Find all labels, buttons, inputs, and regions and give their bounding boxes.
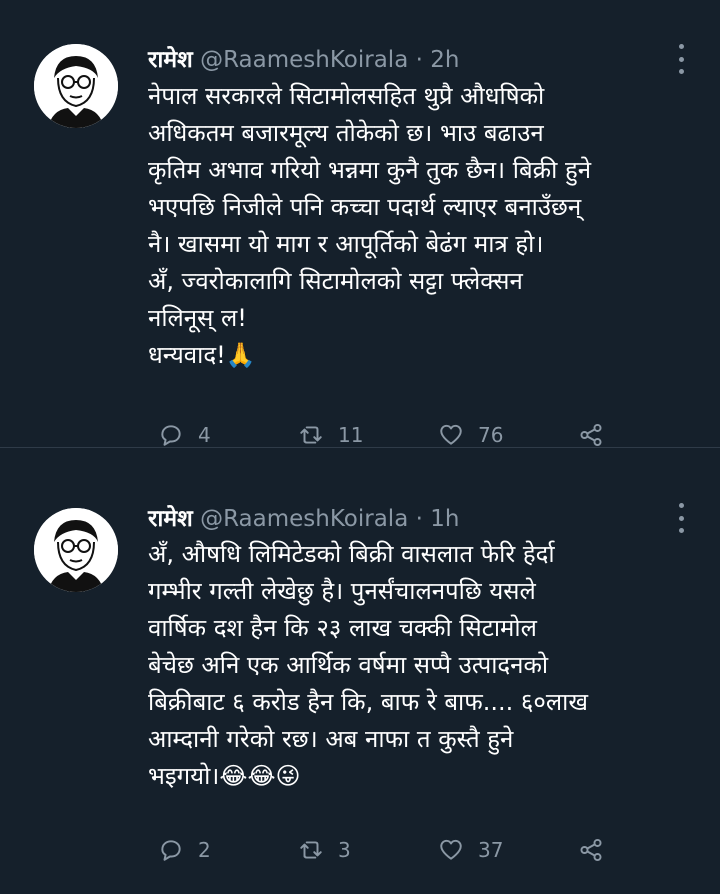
retweet-count: 11 xyxy=(338,423,364,447)
avatar[interactable] xyxy=(34,44,118,128)
tweet-1[interactable]: रामेश @RaameshKoirala · 2h नेपाल सरकारले… xyxy=(0,0,720,447)
separator: · xyxy=(415,47,423,73)
more-icon[interactable] xyxy=(676,503,686,533)
retweet-button[interactable]: 3 xyxy=(298,837,351,863)
retweet-icon xyxy=(300,841,322,859)
avatar[interactable] xyxy=(34,508,118,592)
reply-button[interactable]: 2 xyxy=(158,837,211,863)
more-icon[interactable] xyxy=(676,44,686,74)
tweet-text: अँ, औषधि लिमिटेडको बिक्री वासलात फेरि हे… xyxy=(148,540,588,790)
reply-icon xyxy=(161,425,181,446)
reply-count: 4 xyxy=(198,423,211,447)
separator: · xyxy=(415,506,423,532)
like-count: 76 xyxy=(478,423,504,447)
share-button[interactable] xyxy=(578,837,604,863)
author-handle[interactable]: @RaameshKoirala xyxy=(200,506,408,532)
avatar-sketch-icon xyxy=(34,508,118,592)
tweet-2[interactable]: रामेश @RaameshKoirala · 1h अँ, औषधि लिमि… xyxy=(0,447,720,894)
tweet-actions: 2 3 37 xyxy=(158,837,618,869)
author-handle[interactable]: @RaameshKoirala xyxy=(200,47,408,73)
retweet-count: 3 xyxy=(338,838,351,862)
share-button[interactable] xyxy=(578,422,604,448)
tweet-header: रामेश @RaameshKoirala · 2h xyxy=(148,44,459,76)
timestamp[interactable]: 2h xyxy=(430,47,459,73)
retweet-icon xyxy=(300,426,322,444)
tweet-text: नेपाल सरकारले सिटामोलसहित थुप्रै औधषिको … xyxy=(148,82,592,369)
tweet-header: रामेश @RaameshKoirala · 1h xyxy=(148,503,459,535)
author-name[interactable]: रामेश xyxy=(148,506,193,532)
share-icon xyxy=(580,838,602,862)
avatar-sketch-icon xyxy=(34,44,118,128)
like-button[interactable]: 76 xyxy=(438,422,503,448)
like-button[interactable]: 37 xyxy=(438,837,503,863)
reply-icon xyxy=(161,840,181,861)
author-name[interactable]: रामेश xyxy=(148,47,193,73)
like-icon xyxy=(440,424,462,445)
timestamp[interactable]: 1h xyxy=(430,506,459,532)
share-icon xyxy=(580,423,602,447)
like-icon xyxy=(440,839,462,860)
reply-count: 2 xyxy=(198,838,211,862)
reply-button[interactable]: 4 xyxy=(158,422,211,448)
like-count: 37 xyxy=(478,838,504,862)
retweet-button[interactable]: 11 xyxy=(298,422,363,448)
